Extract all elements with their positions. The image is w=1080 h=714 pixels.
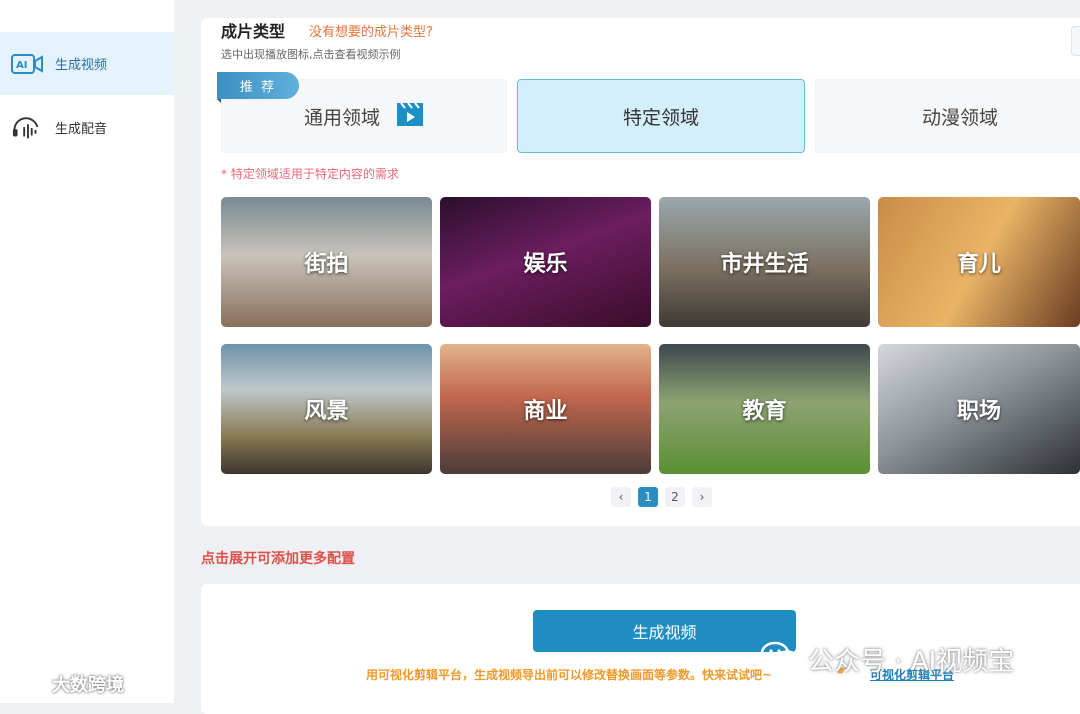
badge-fold (217, 99, 221, 103)
category-label: 市井生活 (720, 252, 809, 277)
tab-label: 通用领域 (303, 106, 380, 129)
generate-video-button[interactable]: 生成视频 (533, 610, 796, 652)
tab-label: 动漫领域 (921, 106, 998, 129)
category-tile-entertainment[interactable]: 娱乐 (440, 197, 651, 327)
voice-wave-icon (11, 115, 43, 141)
tab-anime[interactable]: 动漫领域 (815, 79, 1080, 153)
category-tile-education[interactable]: 教育 (659, 344, 870, 474)
recommend-badge: 推 荐 (217, 72, 299, 99)
category-label: 教育 (742, 399, 787, 424)
category-label: 街拍 (304, 252, 349, 277)
tab-specific[interactable]: 特定领域 (517, 79, 805, 153)
tab-label: 特定领域 (622, 106, 699, 129)
expand-config-link[interactable]: 点击展开可添加更多配置 (201, 548, 355, 568)
brand-logo-icon (8, 670, 46, 697)
pagination-prev-button[interactable]: ‹ (611, 487, 631, 507)
section-title: 成片类型 (221, 22, 286, 41)
account-text: 公众号 · AI视频宝 (808, 647, 1015, 677)
category-label: 职场 (956, 399, 1001, 424)
missing-type-link[interactable]: 没有想要的成片类型? (309, 21, 433, 40)
sidebar-item-generate-voice[interactable]: 生成配音 (0, 96, 174, 159)
category-tile-scenery[interactable]: 风景 (221, 344, 432, 474)
category-label: 娱乐 (523, 252, 568, 277)
category-label: 育儿 (956, 252, 1001, 277)
svg-text:AI: AI (16, 60, 27, 71)
category-label: 风景 (304, 399, 349, 424)
category-tile-business[interactable]: 商业 (440, 344, 651, 474)
category-tile-street[interactable]: 街拍 (221, 197, 432, 327)
category-tile-workplace[interactable]: 职场 (878, 344, 1080, 474)
sidebar-item-generate-video[interactable]: AI 生成视频 (0, 32, 174, 95)
brand-watermark: 大数跨境 (8, 670, 124, 697)
sidebar-item-label: 生成配音 (55, 122, 108, 137)
domain-note: * 特定领域适用于特定内容的需求 (221, 167, 399, 181)
edge-button[interactable] (1071, 26, 1080, 56)
account-watermark: 公众号 · AI视频宝 (760, 640, 1014, 679)
category-tile-parenting[interactable]: 育儿 (878, 197, 1080, 327)
wechat-icon (760, 640, 800, 679)
category-label: 商业 (523, 399, 568, 424)
brand-text: 大数跨境 (52, 674, 124, 696)
clapperboard-icon (396, 101, 424, 132)
ai-video-icon: AI (11, 51, 43, 77)
sidebar-item-label: 生成视频 (55, 58, 108, 73)
editor-hint: 用可视化剪辑平台，生成视频导出前可以修改替换画面等参数。快来试试吧~ (366, 668, 773, 682)
section-subtitle: 选中出现播放图标,点击查看视频示例 (221, 48, 401, 61)
pagination-page-1[interactable]: 1 (638, 487, 658, 507)
pagination-page-2[interactable]: 2 (665, 487, 685, 507)
sidebar: AI 生成视频 生成配音 大数跨境 (0, 0, 174, 703)
pagination-next-button[interactable]: › (692, 487, 712, 507)
category-tile-daily-life[interactable]: 市井生活 (659, 197, 870, 327)
